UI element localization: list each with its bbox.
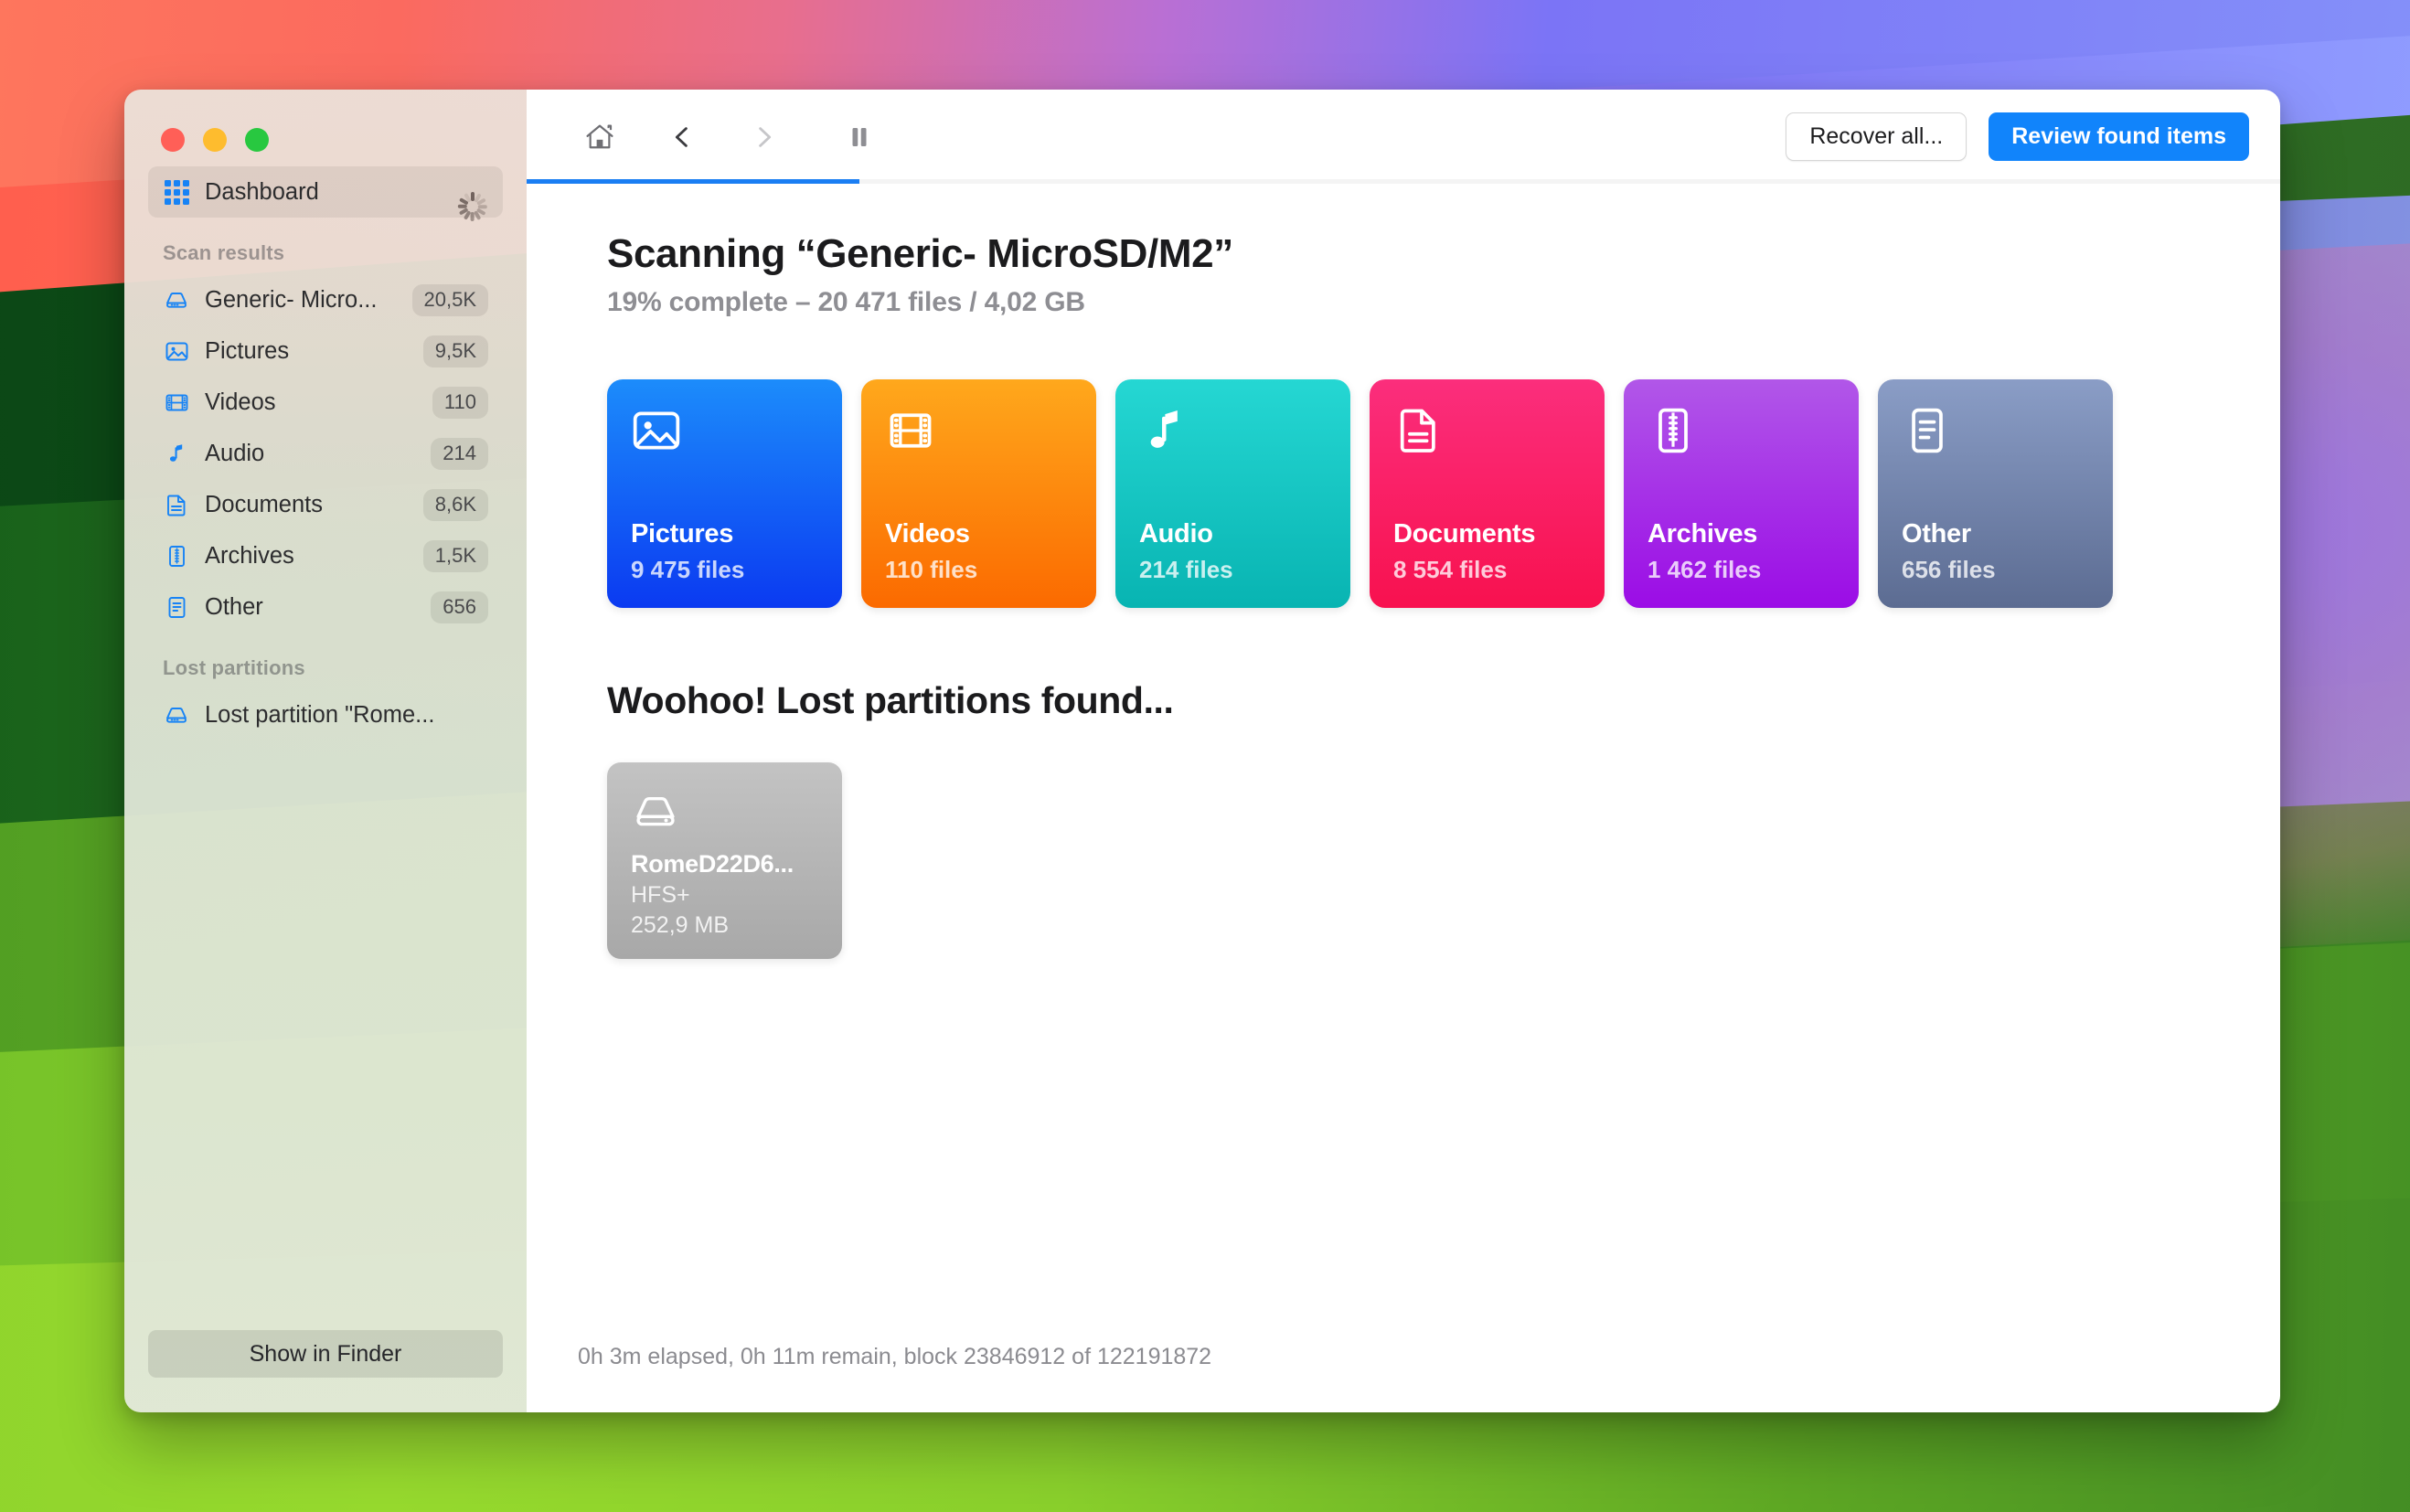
sidebar-item-label: Lost partition "Rome... bbox=[205, 701, 435, 728]
card-count: 9 475 files bbox=[631, 556, 745, 583]
other-file-icon bbox=[163, 593, 190, 621]
category-card-audio[interactable]: Audio 214 files bbox=[1115, 379, 1350, 608]
card-title: Pictures bbox=[631, 519, 734, 548]
card-title: Documents bbox=[1393, 519, 1536, 548]
category-card-archives[interactable]: Archives 1 462 files bbox=[1624, 379, 1859, 608]
card-count: 8 554 files bbox=[1393, 556, 1508, 583]
show-in-finder-container: Show in Finder bbox=[124, 1330, 527, 1412]
sidebar-item-label: Audio bbox=[205, 440, 265, 466]
archive-icon bbox=[163, 542, 190, 570]
card-title: Videos bbox=[885, 519, 970, 548]
sidebar-item-documents[interactable]: Documents 8,6K bbox=[148, 479, 503, 530]
sidebar-item-badge: 8,6K bbox=[422, 488, 488, 521]
lost-partitions-grid: RomeD22D6... HFS+ 252,9 MB bbox=[607, 762, 2229, 959]
sidebar-item-label: Dashboard bbox=[205, 178, 319, 205]
sidebar: Dashboard Scan results Generic- Micro...… bbox=[124, 90, 527, 1412]
disk-icon bbox=[163, 286, 190, 314]
lost-partitions-heading: Woohoo! Lost partitions found... bbox=[607, 679, 1174, 721]
archive-icon bbox=[1648, 405, 1699, 456]
film-icon bbox=[885, 405, 936, 456]
partition-size: 252,9 MB bbox=[631, 912, 730, 938]
card-count: 656 files bbox=[1902, 556, 1996, 583]
sidebar-item-other[interactable]: Other 656 bbox=[148, 581, 503, 633]
sidebar-item-badge: 214 bbox=[431, 437, 488, 470]
window-traffic-lights bbox=[124, 90, 527, 166]
sidebar-item-generic-microsd[interactable]: Generic- Micro... 20,5K bbox=[148, 274, 503, 325]
zoom-button[interactable] bbox=[245, 128, 269, 152]
sidebar-item-label: Other bbox=[205, 593, 263, 620]
partition-name: RomeD22D6... bbox=[631, 850, 794, 878]
minimize-button[interactable] bbox=[203, 128, 227, 152]
grid-icon bbox=[163, 178, 190, 206]
close-button[interactable] bbox=[161, 128, 185, 152]
picture-icon bbox=[631, 405, 682, 456]
category-card-grid: Pictures 9 475 files Videos 110 files Au… bbox=[607, 379, 2229, 608]
card-title: Audio bbox=[1139, 519, 1213, 548]
toolbar-actions: Recover all... Review found items bbox=[1786, 112, 2249, 161]
sidebar-item-badge: 20,5K bbox=[411, 283, 488, 316]
picture-icon bbox=[163, 337, 190, 365]
sidebar-item-pictures[interactable]: Pictures 9,5K bbox=[148, 325, 503, 377]
sidebar-group-title: Scan results bbox=[163, 241, 285, 264]
home-icon[interactable] bbox=[578, 115, 622, 159]
status-text: 0h 3m elapsed, 0h 11m remain, block 2384… bbox=[578, 1344, 1212, 1369]
toolbar: Recover all... Review found items bbox=[527, 90, 2280, 184]
card-count: 214 files bbox=[1139, 556, 1233, 583]
sidebar-item-archives[interactable]: Archives 1,5K bbox=[148, 530, 503, 581]
sidebar-item-label: Pictures bbox=[205, 337, 290, 364]
category-card-pictures[interactable]: Pictures 9 475 files bbox=[607, 379, 842, 608]
card-count: 1 462 files bbox=[1648, 556, 1762, 583]
card-title: Archives bbox=[1648, 519, 1758, 548]
document-icon bbox=[163, 491, 190, 518]
app-window: Dashboard Scan results Generic- Micro...… bbox=[124, 90, 2280, 1412]
film-icon bbox=[163, 389, 190, 416]
review-found-items-button[interactable]: Review found items bbox=[1989, 112, 2249, 161]
sidebar-item-badge: 1,5K bbox=[422, 539, 488, 572]
chevron-right-icon[interactable] bbox=[742, 115, 786, 159]
category-card-other[interactable]: Other 656 files bbox=[1878, 379, 2113, 608]
sidebar-item-videos[interactable]: Videos 110 bbox=[148, 377, 503, 428]
sidebar-item-badge: 9,5K bbox=[422, 335, 488, 367]
partition-filesystem: HFS+ bbox=[631, 882, 690, 908]
chevron-left-icon[interactable] bbox=[660, 115, 704, 159]
sidebar-item-dashboard[interactable]: Dashboard bbox=[148, 166, 503, 221]
sidebar-item-label: Archives bbox=[205, 542, 294, 569]
main-pane: Recover all... Review found items Scanni… bbox=[527, 90, 2280, 1412]
sidebar-item-badge: 110 bbox=[432, 386, 488, 419]
sidebar-item-badge: 656 bbox=[431, 591, 488, 623]
document-icon bbox=[1393, 405, 1445, 456]
partition-card[interactable]: RomeD22D6... HFS+ 252,9 MB bbox=[607, 762, 842, 959]
category-card-documents[interactable]: Documents 8 554 files bbox=[1370, 379, 1605, 608]
sidebar-item-lost-partition[interactable]: Lost partition "Rome... bbox=[148, 689, 503, 740]
disk-icon bbox=[631, 786, 680, 836]
card-title: Other bbox=[1902, 519, 1971, 548]
page-subtitle: 19% complete – 20 471 files / 4,02 GB bbox=[607, 287, 1085, 317]
music-note-icon bbox=[1139, 405, 1190, 456]
other-file-icon bbox=[1902, 405, 1953, 456]
sidebar-nav: Dashboard Scan results Generic- Micro...… bbox=[124, 166, 527, 740]
disk-icon bbox=[163, 701, 190, 729]
sidebar-item-audio[interactable]: Audio 214 bbox=[148, 428, 503, 479]
spinner-icon bbox=[457, 176, 488, 221]
category-card-videos[interactable]: Videos 110 files bbox=[861, 379, 1096, 608]
show-in-finder-button[interactable]: Show in Finder bbox=[148, 1330, 503, 1378]
recover-all-button[interactable]: Recover all... bbox=[1786, 112, 1967, 161]
sidebar-group-title: Lost partitions bbox=[163, 656, 305, 679]
sidebar-item-label: Documents bbox=[205, 491, 323, 517]
card-count: 110 files bbox=[885, 556, 978, 583]
sidebar-item-label: Videos bbox=[205, 389, 276, 415]
pause-icon[interactable] bbox=[837, 115, 881, 159]
page-title: Scanning “Generic- MicroSD/M2” bbox=[607, 231, 1233, 276]
sidebar-item-label: Generic- Micro... bbox=[205, 286, 378, 313]
music-note-icon bbox=[163, 440, 190, 467]
toolbar-nav-group bbox=[578, 115, 881, 159]
content-area: Scanning “Generic- MicroSD/M2” 19% compl… bbox=[527, 184, 2280, 1412]
